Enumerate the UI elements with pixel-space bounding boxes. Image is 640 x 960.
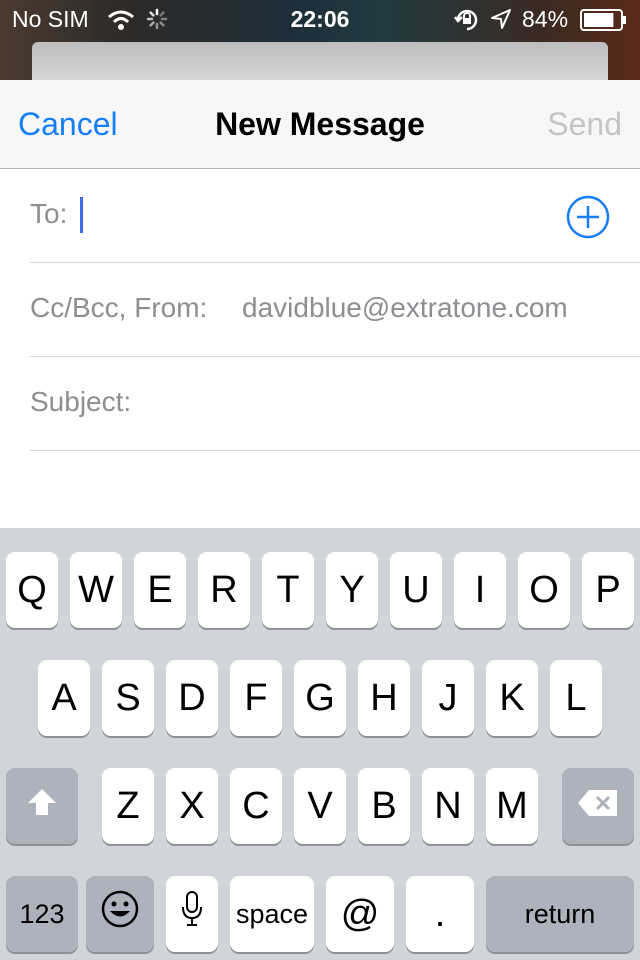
key-l[interactable]: L bbox=[550, 660, 602, 736]
delete-key[interactable] bbox=[562, 768, 634, 844]
emoji-key[interactable] bbox=[86, 876, 154, 952]
battery-icon bbox=[580, 9, 628, 36]
battery-percent: 84% bbox=[522, 6, 569, 32]
key-o[interactable]: O bbox=[518, 552, 570, 628]
key-n[interactable]: N bbox=[422, 768, 474, 844]
period-key[interactable]: . bbox=[406, 876, 474, 952]
numbers-key[interactable]: 123 bbox=[6, 876, 78, 952]
key-f[interactable]: F bbox=[230, 660, 282, 736]
emoji-icon bbox=[100, 889, 140, 939]
key-k[interactable]: K bbox=[486, 660, 538, 736]
keyboard: QWERTYUIOP ASDFGHJKL ZXCVBNM 123 space @… bbox=[0, 528, 640, 960]
subject-field[interactable]: Subject: bbox=[30, 357, 640, 451]
backspace-icon bbox=[576, 785, 620, 828]
microphone-icon bbox=[180, 889, 204, 939]
key-w[interactable]: W bbox=[70, 552, 122, 628]
key-g[interactable]: G bbox=[294, 660, 346, 736]
key-m[interactable]: M bbox=[486, 768, 538, 844]
key-r[interactable]: R bbox=[198, 552, 250, 628]
from-address: davidblue@extratone.com bbox=[242, 292, 568, 323]
compose-sheet: Cancel New Message Send To: Cc/Bcc, From… bbox=[0, 80, 640, 528]
shift-icon bbox=[25, 785, 59, 828]
status-bar: No SIM 22:06 84% bbox=[0, 0, 640, 82]
location-arrow-icon bbox=[490, 8, 512, 35]
key-s[interactable]: S bbox=[102, 660, 154, 736]
key-q[interactable]: Q bbox=[6, 552, 58, 628]
background-sheet bbox=[32, 42, 608, 82]
cancel-button[interactable]: Cancel bbox=[18, 106, 118, 143]
add-contact-icon[interactable] bbox=[566, 195, 610, 239]
cc-bcc-from-field[interactable]: Cc/Bcc, From: davidblue@extratone.com bbox=[30, 263, 640, 357]
key-i[interactable]: I bbox=[454, 552, 506, 628]
orientation-lock-icon bbox=[454, 8, 480, 37]
to-field[interactable]: To: bbox=[30, 169, 640, 263]
key-z[interactable]: Z bbox=[102, 768, 154, 844]
key-v[interactable]: V bbox=[294, 768, 346, 844]
subject-label: Subject: bbox=[30, 386, 132, 417]
key-h[interactable]: H bbox=[358, 660, 410, 736]
text-cursor bbox=[80, 197, 83, 233]
key-e[interactable]: E bbox=[134, 552, 186, 628]
key-j[interactable]: J bbox=[422, 660, 474, 736]
cc-bcc-from-label: Cc/Bcc, From: bbox=[30, 292, 208, 323]
key-d[interactable]: D bbox=[166, 660, 218, 736]
key-b[interactable]: B bbox=[358, 768, 410, 844]
key-p[interactable]: P bbox=[582, 552, 634, 628]
return-key[interactable]: return bbox=[486, 876, 634, 952]
to-label: To: bbox=[30, 198, 68, 229]
key-c[interactable]: C bbox=[230, 768, 282, 844]
send-button[interactable]: Send bbox=[547, 106, 622, 143]
space-key[interactable]: space bbox=[230, 876, 314, 952]
key-t[interactable]: T bbox=[262, 552, 314, 628]
at-key[interactable]: @ bbox=[326, 876, 394, 952]
key-a[interactable]: A bbox=[38, 660, 90, 736]
key-x[interactable]: X bbox=[166, 768, 218, 844]
shift-key[interactable] bbox=[6, 768, 78, 844]
key-y[interactable]: Y bbox=[326, 552, 378, 628]
key-u[interactable]: U bbox=[390, 552, 442, 628]
navigation-bar: Cancel New Message Send bbox=[0, 80, 640, 169]
dictation-key[interactable] bbox=[166, 876, 218, 952]
message-body[interactable] bbox=[0, 451, 640, 528]
